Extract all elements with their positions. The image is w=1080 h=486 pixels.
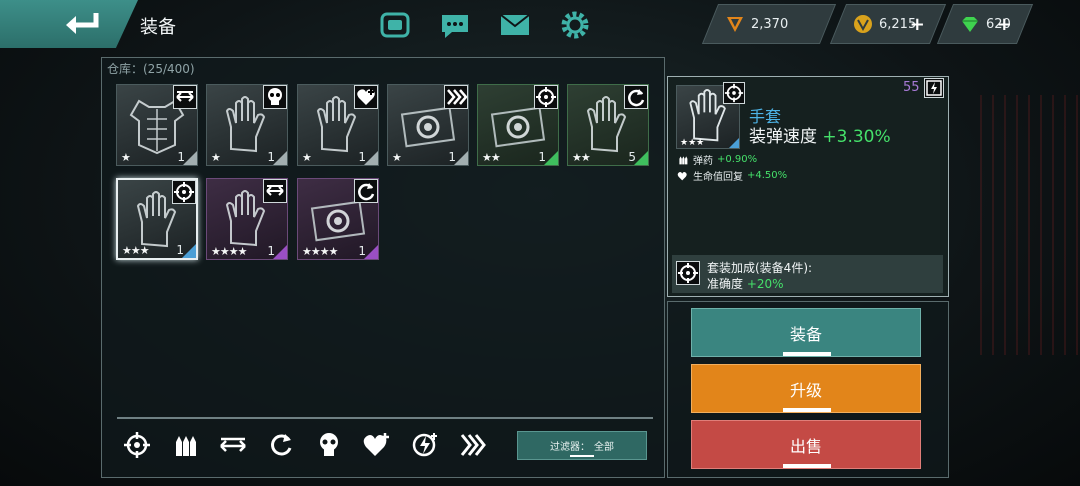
reload-icon[interactable] xyxy=(266,430,296,460)
crosshair-icon xyxy=(676,261,700,285)
gear-icon[interactable] xyxy=(559,9,591,41)
item-stars: ★ xyxy=(121,151,131,164)
ammo-icon xyxy=(679,155,688,164)
currency-rank: 2,370 xyxy=(701,4,837,44)
sub-stat-label: 生命值回复 xyxy=(693,172,743,183)
orange-rank-icon xyxy=(727,17,743,32)
item-count: 1 xyxy=(358,244,366,258)
sell-button[interactable]: 出售 xyxy=(691,420,921,469)
filter-value: 全部 xyxy=(594,442,614,453)
item-stars: ★★ xyxy=(482,151,501,164)
main-stat-label: 装弹速度 xyxy=(749,127,817,147)
inventory-slot-selected[interactable]: ★★★ 1 xyxy=(116,178,198,260)
sub-stat-regen: 生命值回复 +4.50% xyxy=(677,168,787,183)
item-count: 1 xyxy=(176,243,184,257)
item-stars: ★★★ xyxy=(122,244,150,257)
lightning-lock-icon[interactable] xyxy=(924,78,944,98)
crosshair-icon xyxy=(172,180,196,204)
main-stat-value: +3.30% xyxy=(822,127,891,147)
set-bonus-title: 套装加成(装备4件): xyxy=(707,261,813,275)
set-bonus-label: 准确度 xyxy=(707,277,744,291)
skull-icon[interactable] xyxy=(314,430,344,460)
item-stars: ★★ xyxy=(572,151,591,164)
item-count: 1 xyxy=(267,244,275,258)
back-arrow-icon xyxy=(66,13,99,34)
filter-divider xyxy=(117,417,653,419)
item-count: 5 xyxy=(628,150,636,164)
set-bonus-value: +20% xyxy=(746,277,784,291)
back-button[interactable] xyxy=(0,0,138,48)
item-level: 55 xyxy=(903,80,920,95)
sub-stat-value: +4.50% xyxy=(747,170,788,181)
add-gems-button[interactable]: + xyxy=(997,14,1012,35)
set-bonus-stat: 准确度 +20% xyxy=(707,275,784,292)
item-stars: ★★★★ xyxy=(302,245,338,258)
currency-gold: 6,215 + xyxy=(829,4,947,44)
chevrons-icon xyxy=(444,85,468,109)
page-title: 装备 xyxy=(140,17,176,38)
gold-coin-icon xyxy=(854,15,872,33)
upgrade-button[interactable]: 升级 xyxy=(691,364,921,413)
item-stars: ★ xyxy=(392,151,402,164)
range-icon xyxy=(263,179,287,203)
lightning-icon[interactable] xyxy=(410,430,440,460)
inventory-slot[interactable]: ★★★★ 1 xyxy=(206,178,288,260)
main-stat: 装弹速度 +3.30% xyxy=(749,122,891,147)
crosshair-icon xyxy=(534,85,558,109)
item-stars: ★ xyxy=(302,151,312,164)
ammo-icon[interactable] xyxy=(170,430,200,460)
inventory-slot[interactable]: ★ 1 xyxy=(116,84,198,166)
gem-icon xyxy=(962,17,978,32)
add-gold-button[interactable]: + xyxy=(910,14,925,35)
inventory-slot[interactable]: ★ 1 xyxy=(297,84,379,166)
equip-button[interactable]: 装备 xyxy=(691,308,921,357)
inventory-slot[interactable]: ★★ 5 xyxy=(567,84,649,166)
item-stars: ★★★★ xyxy=(211,245,247,258)
range-icon[interactable] xyxy=(218,430,248,460)
inventory-slot[interactable]: ★ 1 xyxy=(387,84,469,166)
range-icon xyxy=(173,85,197,109)
crosshair-icon xyxy=(723,82,745,104)
skull-icon xyxy=(263,85,287,109)
controller-icon[interactable] xyxy=(379,9,411,41)
crosshair-icon[interactable] xyxy=(122,430,152,460)
inventory-slot[interactable]: ★★★★ 1 xyxy=(297,178,379,260)
item-count: 1 xyxy=(267,150,275,164)
currency-gems: 620 + xyxy=(936,4,1034,44)
chevrons-icon[interactable] xyxy=(458,430,488,460)
heart-plus-icon xyxy=(677,171,687,180)
inventory-slot[interactable]: ★ 1 xyxy=(206,84,288,166)
chat-icon[interactable] xyxy=(439,9,471,41)
sub-stat-value: +0.90% xyxy=(717,154,758,165)
sub-stat-ammo: 弹药 +0.90% xyxy=(677,152,757,167)
reload-icon xyxy=(354,179,378,203)
item-count: 1 xyxy=(448,150,456,164)
sub-stat-label: 弹药 xyxy=(693,156,713,167)
inventory-slot[interactable]: ★★ 1 xyxy=(477,84,559,166)
reload-icon xyxy=(624,85,648,109)
detail-item-stars: ★★★ xyxy=(680,138,705,148)
item-stars: ★ xyxy=(211,151,221,164)
currency-rank-value: 2,370 xyxy=(751,16,789,32)
heart-plus-icon xyxy=(354,85,378,109)
background-decoration xyxy=(970,95,1080,355)
item-count: 1 xyxy=(538,150,546,164)
heart-plus-icon[interactable] xyxy=(362,430,392,460)
top-bar: 装备 2,370 6,215 + 620 + xyxy=(0,0,1080,50)
item-count: 1 xyxy=(358,150,366,164)
item-count: 1 xyxy=(177,150,185,164)
mail-icon[interactable] xyxy=(499,9,531,41)
filter-button[interactable]: 过滤器： 全部 xyxy=(517,431,647,460)
warehouse-label: 仓库：(25/400) xyxy=(107,62,195,76)
filter-label: 过滤器： xyxy=(550,442,590,453)
